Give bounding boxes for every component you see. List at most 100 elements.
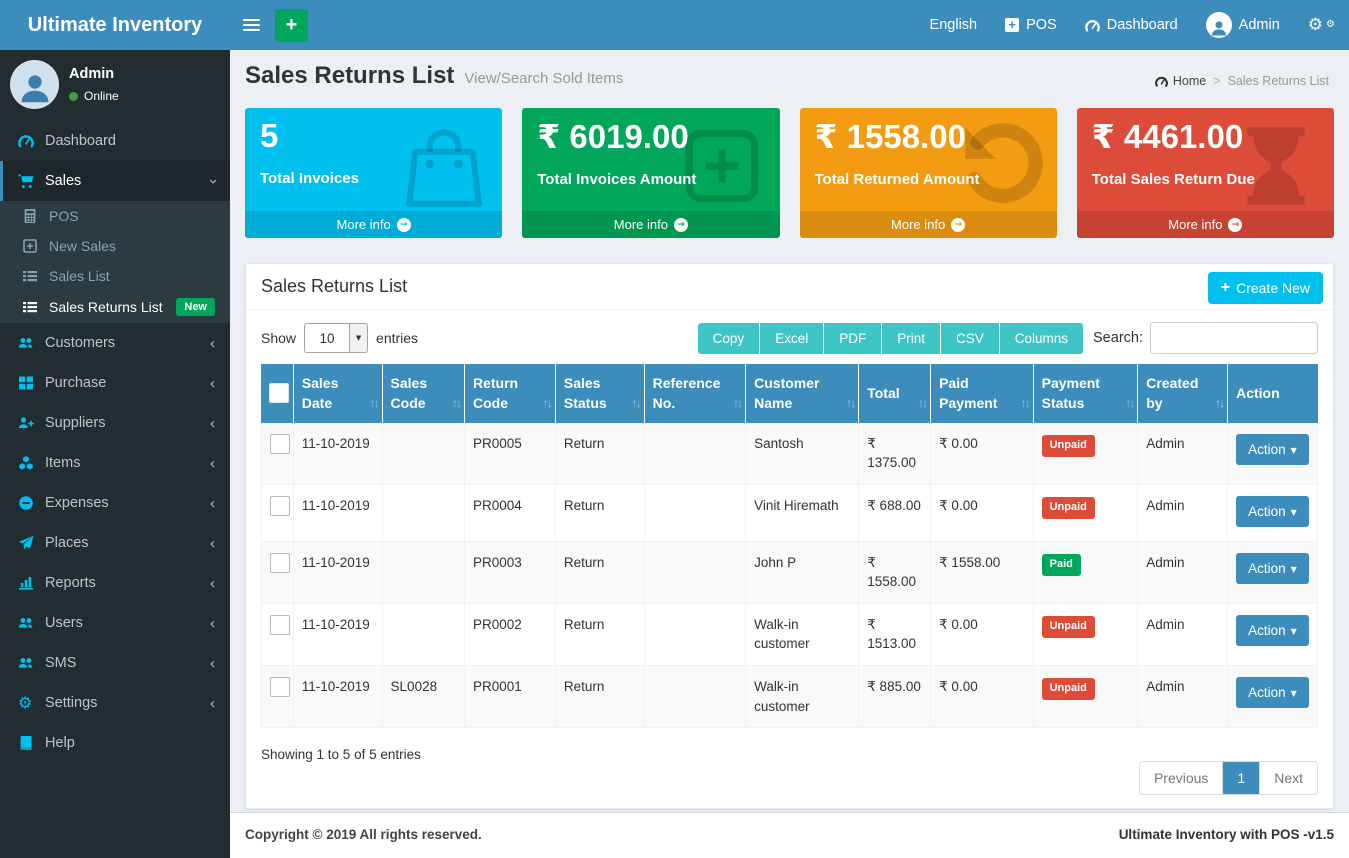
copy-button[interactable]: Copy <box>698 323 761 354</box>
col-sales-status[interactable]: Sales Status↑↓ <box>556 364 645 423</box>
sidebar-item-items[interactable]: Items ‹ <box>0 443 230 483</box>
row-checkbox[interactable] <box>270 615 290 635</box>
row-checkbox[interactable] <box>270 553 290 573</box>
breadcrumb-home-link[interactable]: Home <box>1155 74 1206 88</box>
cell-select <box>261 423 294 485</box>
col-total[interactable]: Total↑↓ <box>859 364 931 423</box>
stat-total-returned-amount: ₹ 1558.00 Total Returned Amount More inf… <box>800 108 1057 238</box>
sidebar-item-purchase[interactable]: Purchase ‹ <box>0 363 230 403</box>
more-info-link[interactable]: More info→ <box>1077 211 1334 238</box>
cell-total: ₹ 1375.00 <box>859 423 931 485</box>
cell-customer-name: Santosh <box>746 423 859 485</box>
cell-sales-date: 11-10-2019 <box>294 542 383 604</box>
col-customer-name[interactable]: Customer Name↑↓ <box>746 364 859 423</box>
sidebar-item-places[interactable]: Places ‹ <box>0 523 230 563</box>
col-sales-date[interactable]: Sales Date↑↓ <box>294 364 383 423</box>
cell-payment-status: Unpaid <box>1034 604 1139 666</box>
chevron-left-icon: ‹ <box>210 576 215 591</box>
settings-gear-button[interactable]: ⚙⚙ <box>1308 17 1335 34</box>
users-icon <box>18 615 35 631</box>
cell-customer-name: Vinit Hiremath <box>746 485 859 542</box>
cell-reference-no <box>645 604 746 666</box>
col-paid-payment[interactable]: Paid Payment↑↓ <box>931 364 1034 423</box>
sidebar-item-customers[interactable]: Customers ‹ <box>0 323 230 363</box>
cell-customer-name: John P <box>746 542 859 604</box>
cell-reference-no <box>645 666 746 728</box>
stat-label: Total Sales Return Due <box>1092 171 1319 188</box>
sidebar-item-help[interactable]: Help <box>0 723 230 763</box>
brand-logo[interactable]: Ultimate Inventory <box>0 0 230 50</box>
main-content: Sales Returns ListView/Search Sold Items… <box>230 50 1349 812</box>
next-page-button[interactable]: Next <box>1259 762 1317 794</box>
cell-customer-name: Walk-in customer <box>746 666 859 728</box>
pdf-button[interactable]: PDF <box>824 323 882 354</box>
dashboard-link[interactable]: Dashboard <box>1085 17 1178 33</box>
col-sales-code[interactable]: Sales Code↑↓ <box>383 364 465 423</box>
chevron-left-icon: ‹ <box>210 536 215 551</box>
col-payment-status[interactable]: Payment Status↑↓ <box>1034 364 1139 423</box>
csv-button[interactable]: CSV <box>941 323 1000 354</box>
sidebar-item-sales[interactable]: Sales ‹ <box>0 161 230 201</box>
page-1-button[interactable]: 1 <box>1222 762 1259 794</box>
stat-value: 5 <box>260 117 487 155</box>
avatar <box>1206 12 1232 38</box>
sidebar-item-sales-returns-list[interactable]: Sales Returns List New <box>0 291 230 323</box>
cell-paid-payment: ₹ 0.00 <box>931 666 1034 728</box>
col-created-by[interactable]: Created by↑↓ <box>1138 364 1228 423</box>
cell-action: Action▼ <box>1228 542 1318 604</box>
sort-icon: ↑↓ <box>733 395 741 412</box>
cell-sales-status: Return <box>556 423 645 485</box>
cell-sales-date: 11-10-2019 <box>294 423 383 485</box>
cell-sales-date: 11-10-2019 <box>294 604 383 666</box>
sidebar-item-dashboard[interactable]: Dashboard <box>0 121 230 161</box>
sidebar-item-sms[interactable]: SMS ‹ <box>0 643 230 683</box>
row-checkbox[interactable] <box>270 677 290 697</box>
user-menu[interactable]: Admin <box>1206 12 1280 38</box>
cell-select <box>261 542 294 604</box>
cell-created-by: Admin <box>1138 542 1228 604</box>
quick-add-button[interactable]: + <box>275 9 308 42</box>
action-dropdown-button[interactable]: Action▼ <box>1236 434 1309 465</box>
col-reference-no[interactable]: Reference No.↑↓ <box>645 364 746 423</box>
cell-total: ₹ 885.00 <box>859 666 931 728</box>
row-checkbox[interactable] <box>270 496 290 516</box>
pos-link[interactable]: + POS <box>1005 17 1057 33</box>
plus-icon: + <box>1221 282 1230 294</box>
stat-value: ₹ 4461.00 <box>1092 117 1319 156</box>
sidebar-item-pos[interactable]: POS <box>0 201 230 231</box>
sidebar-item-settings[interactable]: ⚙ Settings ‹ <box>0 683 230 723</box>
cubes-icon <box>18 455 35 471</box>
sidebar-item-expenses[interactable]: Expenses ‹ <box>0 483 230 523</box>
more-info-link[interactable]: More info→ <box>522 211 779 238</box>
sidebar-toggle-button[interactable] <box>243 16 260 34</box>
action-dropdown-button[interactable]: Action▼ <box>1236 677 1309 708</box>
sidebar-item-suppliers[interactable]: Suppliers ‹ <box>0 403 230 443</box>
sidebar-item-new-sales[interactable]: New Sales <box>0 231 230 261</box>
cell-sales-status: Return <box>556 604 645 666</box>
plus-square-icon <box>22 238 39 254</box>
sidebar-item-reports[interactable]: Reports ‹ <box>0 563 230 603</box>
columns-button[interactable]: Columns <box>1000 323 1083 354</box>
cell-sales-code <box>383 542 465 604</box>
action-dropdown-button[interactable]: Action▼ <box>1236 615 1309 646</box>
more-info-link[interactable]: More info→ <box>800 211 1057 238</box>
previous-page-button[interactable]: Previous <box>1140 762 1222 794</box>
chevron-left-icon: ‹ <box>210 696 215 711</box>
entries-label: entries <box>376 330 418 346</box>
action-dropdown-button[interactable]: Action▼ <box>1236 496 1309 527</box>
col-return-code[interactable]: Return Code↑↓ <box>465 364 556 423</box>
excel-button[interactable]: Excel <box>760 323 824 354</box>
language-menu[interactable]: English <box>930 17 978 33</box>
cell-payment-status: Unpaid <box>1034 485 1139 542</box>
print-button[interactable]: Print <box>882 323 941 354</box>
page-length-select[interactable]: 10 ▼ <box>304 323 368 353</box>
more-info-link[interactable]: More info→ <box>245 211 502 238</box>
search-input[interactable] <box>1150 322 1318 354</box>
cell-total: ₹ 1558.00 <box>859 542 931 604</box>
create-new-button[interactable]: +Create New <box>1208 272 1323 304</box>
sidebar-item-users[interactable]: Users ‹ <box>0 603 230 643</box>
action-dropdown-button[interactable]: Action▼ <box>1236 553 1309 584</box>
row-checkbox[interactable] <box>270 434 290 454</box>
select-all-checkbox[interactable] <box>269 383 289 403</box>
sidebar-item-sales-list[interactable]: Sales List <box>0 261 230 291</box>
